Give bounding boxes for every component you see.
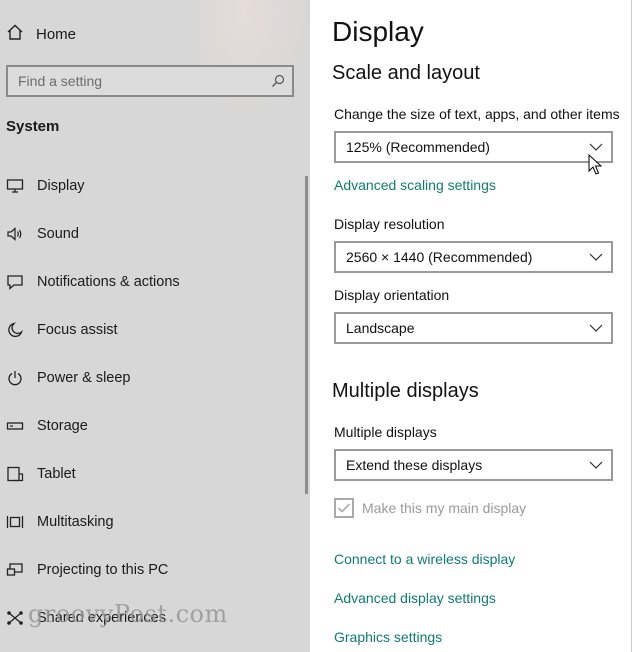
- scale-value: 125% (Recommended): [346, 139, 490, 155]
- sidebar-item-storage[interactable]: Storage: [0, 406, 300, 446]
- display-settings-panel: Display Scale and layout Change the size…: [310, 0, 632, 652]
- scale-dropdown[interactable]: 125% (Recommended): [334, 131, 613, 163]
- chevron-down-icon: [581, 143, 611, 151]
- storage-icon: [6, 417, 24, 435]
- multiple-displays-label: Multiple displays: [334, 424, 437, 440]
- multiple-displays-value: Extend these displays: [346, 457, 483, 473]
- checkmark-icon: [334, 498, 354, 518]
- shared-experiences-icon: [6, 609, 24, 627]
- sidebar-item-projecting[interactable]: Projecting to this PC: [0, 550, 300, 590]
- page-title: Display: [332, 16, 424, 47]
- notification-icon: [6, 273, 24, 291]
- sidebar-scrollbar[interactable]: [305, 176, 308, 494]
- speaker-icon: [6, 225, 24, 243]
- tablet-icon: [6, 465, 24, 483]
- sidebar-item-label: Storage: [37, 418, 88, 434]
- sidebar-item-label: Multitasking: [37, 514, 114, 530]
- resolution-dropdown[interactable]: 2560 × 1440 (Recommended): [334, 241, 613, 273]
- resolution-label: Display resolution: [334, 216, 445, 232]
- main-display-label: Make this my main display: [362, 500, 527, 516]
- mouse-cursor-icon: [588, 153, 603, 181]
- sidebar-item-sound[interactable]: Sound: [0, 214, 300, 254]
- orientation-dropdown[interactable]: Landscape: [334, 312, 613, 344]
- sidebar-item-focus-assist[interactable]: Focus assist: [0, 310, 300, 350]
- sidebar-item-notifications[interactable]: Notifications & actions: [0, 262, 300, 302]
- sidebar-item-tablet[interactable]: Tablet: [0, 454, 300, 494]
- sidebar-item-label: Display: [37, 178, 85, 194]
- home-link[interactable]: Home: [6, 22, 76, 46]
- wireless-display-link[interactable]: Connect to a wireless display: [334, 551, 515, 567]
- home-label: Home: [36, 25, 77, 43]
- sidebar-item-label: Notifications & actions: [37, 274, 180, 290]
- search-icon[interactable]: [264, 74, 292, 88]
- section-heading-multiple-displays: Multiple displays: [332, 380, 479, 402]
- settings-sidebar: Home Find a setting System Display Sound…: [0, 0, 310, 652]
- graphics-settings-link[interactable]: Graphics settings: [334, 629, 442, 645]
- section-heading-scale-layout: Scale and layout: [332, 62, 480, 84]
- sidebar-item-label: Focus assist: [37, 322, 118, 338]
- multiple-displays-dropdown[interactable]: Extend these displays: [334, 449, 613, 481]
- sidebar-item-label: Sound: [37, 226, 79, 242]
- projecting-icon: [6, 561, 24, 579]
- multitasking-icon: [6, 513, 24, 531]
- home-icon: [6, 23, 24, 46]
- sidebar-item-power-sleep[interactable]: Power & sleep: [0, 358, 300, 398]
- section-title-system: System: [6, 118, 60, 135]
- orientation-label: Display orientation: [334, 287, 450, 303]
- moon-icon: [6, 321, 24, 339]
- chevron-down-icon: [581, 324, 611, 332]
- find-setting-search[interactable]: Find a setting: [6, 65, 294, 97]
- sidebar-item-multitasking[interactable]: Multitasking: [0, 502, 300, 542]
- power-icon: [6, 369, 24, 387]
- monitor-icon: [6, 177, 24, 195]
- resolution-value: 2560 × 1440 (Recommended): [346, 249, 533, 265]
- sidebar-item-label: Tablet: [37, 466, 76, 482]
- scale-label: Change the size of text, apps, and other…: [334, 106, 620, 122]
- sidebar-item-label: Power & sleep: [37, 370, 131, 386]
- chevron-down-icon: [581, 461, 611, 469]
- advanced-display-link[interactable]: Advanced display settings: [334, 590, 496, 606]
- main-display-checkbox[interactable]: Make this my main display: [334, 498, 526, 518]
- sidebar-item-display[interactable]: Display: [0, 166, 300, 206]
- advanced-scaling-link[interactable]: Advanced scaling settings: [334, 177, 496, 193]
- orientation-value: Landscape: [346, 320, 415, 336]
- sidebar-item-label: Projecting to this PC: [37, 562, 169, 578]
- watermark: groovyPost.com: [28, 600, 228, 628]
- chevron-down-icon: [581, 253, 611, 261]
- search-placeholder: Find a setting: [18, 73, 103, 89]
